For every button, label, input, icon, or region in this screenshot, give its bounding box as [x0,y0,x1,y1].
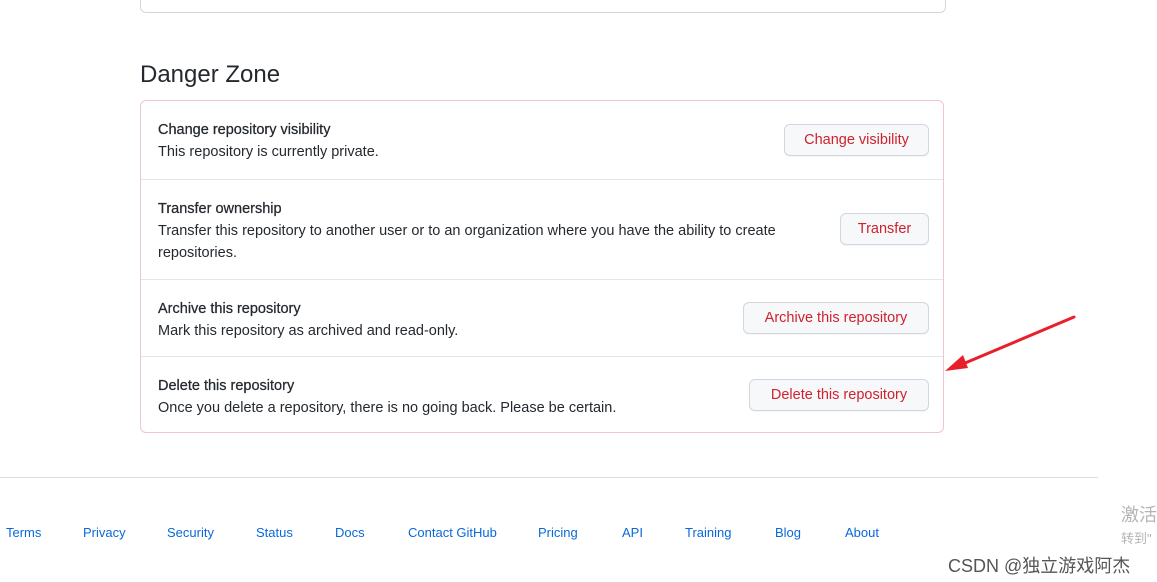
transfer-description: Transfer this repository to another user… [158,223,776,239]
footer-link-api[interactable]: API [622,524,643,542]
footer-link-blog[interactable]: Blog [775,524,801,542]
danger-zone-title: Danger Zone [140,61,281,88]
delete-title: Delete this repository [158,378,295,394]
transfer-title: Transfer ownership [158,201,282,217]
csdn-watermark: CSDN @独立游戏阿杰 [948,556,1131,576]
archive-row: Archive this repository Mark this reposi… [141,279,943,356]
delete-repository-button[interactable]: Delete this repository [749,379,929,411]
footer-link-status[interactable]: Status [256,524,293,542]
footer-link-pricing[interactable]: Pricing [538,524,578,542]
change-visibility-button[interactable]: Change visibility [784,124,929,156]
visibility-row: Change repository visibility This reposi… [141,101,943,179]
footer-link-contact-github[interactable]: Contact GitHub [408,524,497,542]
footer-link-docs[interactable]: Docs [335,524,365,542]
archive-repository-button[interactable]: Archive this repository [743,302,929,334]
danger-zone-panel: Change repository visibility This reposi… [140,100,944,433]
transfer-button[interactable]: Transfer [840,213,929,245]
windows-activation-subtext: 转到" [1121,531,1152,546]
archive-title: Archive this repository [158,301,301,317]
previous-section-box [140,0,946,13]
visibility-description: This repository is currently private. [158,144,379,160]
transfer-row: Transfer ownership Transfer this reposit… [141,179,943,279]
footer-divider [0,477,1098,478]
delete-description: Once you delete a repository, there is n… [158,400,617,416]
transfer-description-cont: repositories. [158,245,237,261]
footer-link-terms[interactable]: Terms [6,524,41,542]
visibility-title: Change repository visibility [158,122,331,138]
windows-activation-watermark: 激活 [1121,505,1157,525]
footer-link-privacy[interactable]: Privacy [83,524,126,542]
red-arrow-annotation [945,315,1076,371]
footer-link-security[interactable]: Security [167,524,214,542]
footer-link-training[interactable]: Training [685,524,731,542]
delete-row: Delete this repository Once you delete a… [141,356,943,434]
footer-link-about[interactable]: About [845,524,879,542]
archive-description: Mark this repository as archived and rea… [158,323,459,339]
